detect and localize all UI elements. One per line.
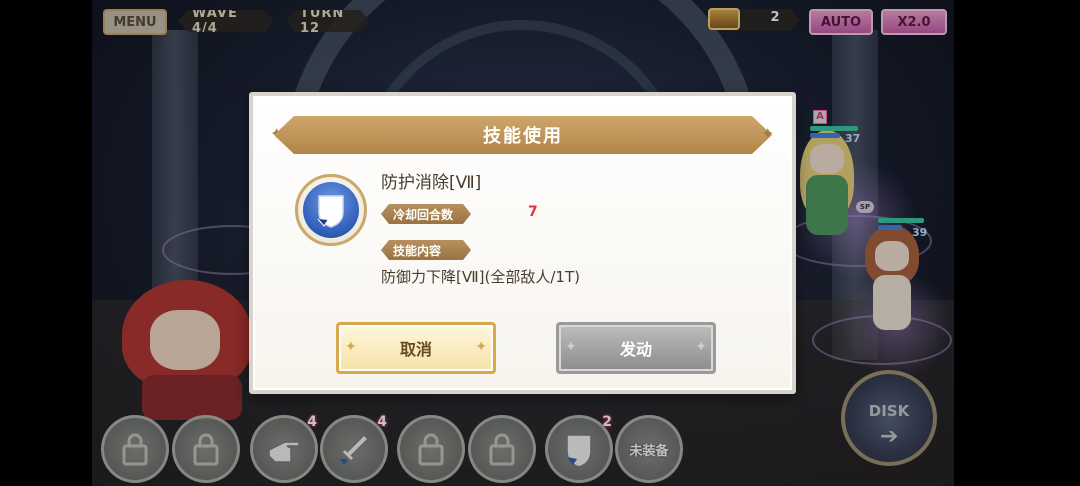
- dialog-header: 技能使用: [274, 116, 772, 154]
- ornament-icon: ✦: [565, 339, 577, 355]
- ornament-right-icon: ✦: [761, 124, 775, 143]
- cancel-button[interactable]: ✦ 取消 ✦: [336, 322, 496, 374]
- skill-description: 防御力下降[Ⅶ](全部敌人/1T): [381, 268, 580, 286]
- activate-label: 发动: [619, 340, 652, 359]
- skill-name: 防护消除[Ⅶ]: [381, 173, 482, 193]
- left-letterbox: [0, 0, 92, 486]
- shield-break-icon: [303, 182, 359, 238]
- cancel-label: 取消: [399, 340, 432, 359]
- ornament-icon: ✦: [695, 339, 707, 355]
- dialog-title: 技能使用: [483, 126, 563, 147]
- ornament-icon: ✦: [345, 339, 357, 355]
- skill-icon-frame: [295, 174, 367, 246]
- skill-use-dialog: ✦ 技能使用 ✦ 防护消除[Ⅶ] 冷却回合数 7 技能内容 防御力下降[Ⅶ](全…: [249, 92, 796, 394]
- cooldown-label: 冷却回合数: [381, 204, 471, 224]
- activate-button[interactable]: ✦ 发动 ✦: [556, 322, 716, 374]
- ornament-icon: ✦: [475, 339, 487, 355]
- right-letterbox: [954, 0, 1080, 486]
- cooldown-value: 7: [528, 204, 538, 220]
- skill-content-label: 技能内容: [381, 240, 471, 260]
